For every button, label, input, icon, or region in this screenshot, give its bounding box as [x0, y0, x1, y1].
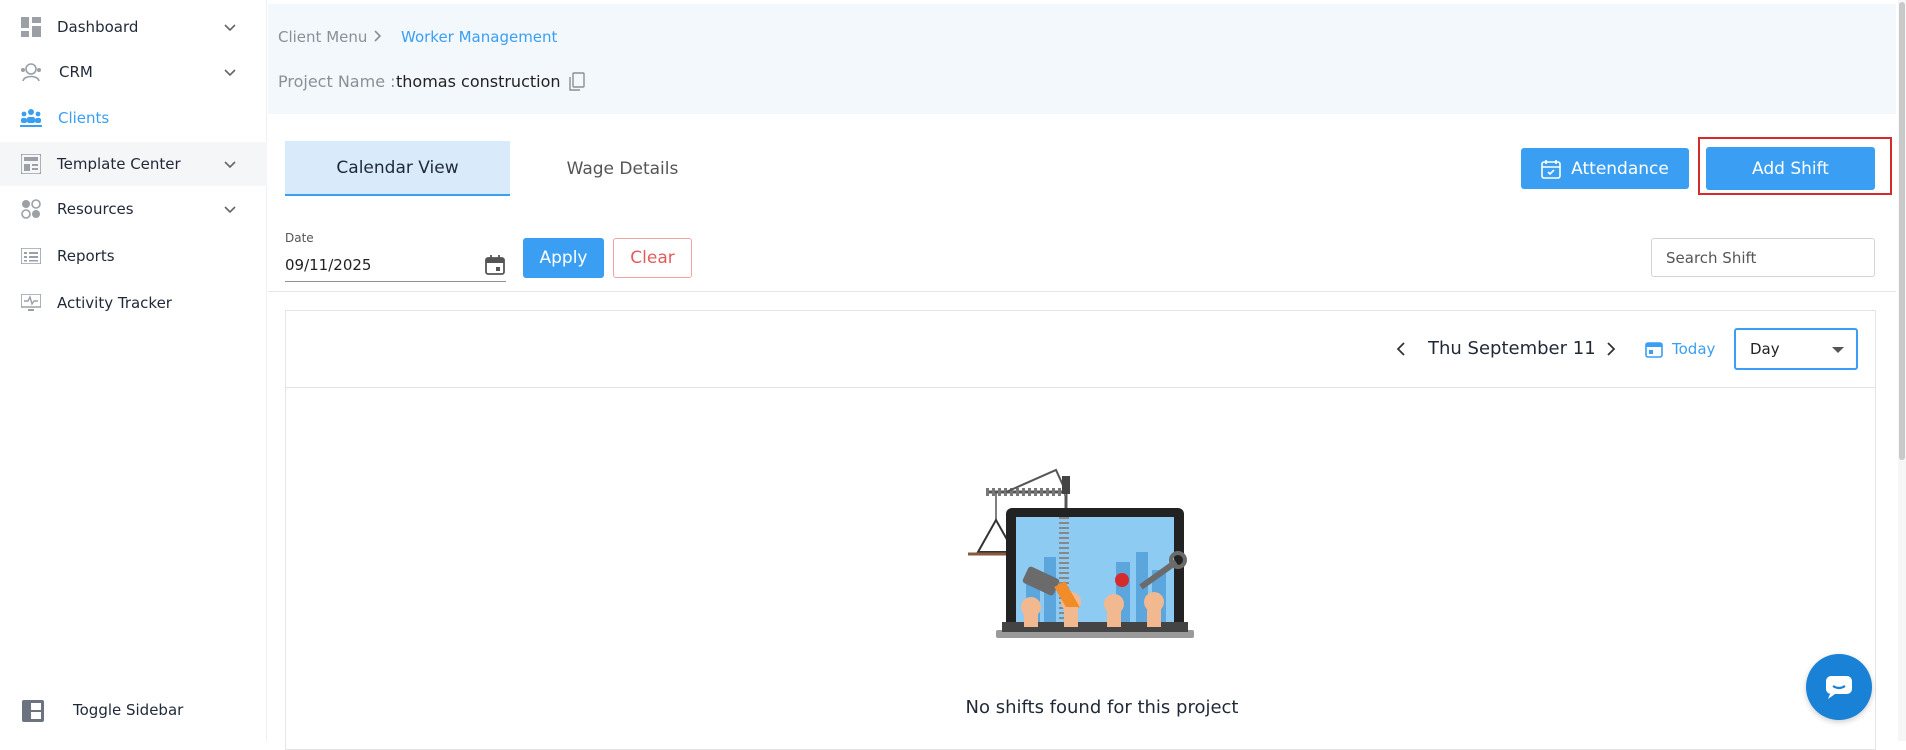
attendance-button[interactable]: Attendance — [1521, 148, 1689, 189]
apply-button[interactable]: Apply — [523, 238, 604, 278]
project-name-label: Project Name : — [278, 72, 396, 91]
empty-state-message: No shifts found for this project — [965, 697, 1239, 718]
header-band: Client Menu Worker Management Project Na… — [268, 4, 1896, 114]
clear-button[interactable]: Clear — [613, 238, 692, 278]
view-select-value: Day — [1750, 340, 1780, 358]
chat-icon — [1826, 676, 1852, 699]
toggle-sidebar-button[interactable]: Toggle Sidebar — [0, 691, 267, 731]
divider — [268, 291, 1896, 292]
sidebar-item-reports[interactable]: Reports — [0, 234, 267, 278]
resources-icon — [20, 198, 42, 220]
chevron-down-icon — [224, 69, 236, 77]
toggle-sidebar-icon — [22, 700, 44, 722]
dashboard-icon — [20, 16, 42, 38]
date-field[interactable]: 09/11/2025 — [285, 250, 506, 282]
date-label: Date — [285, 231, 314, 245]
sidebar: Dashboard CRM Clients Template Center Re… — [0, 0, 267, 741]
sidebar-item-label: Resources — [57, 200, 134, 218]
tab-wage-details[interactable]: Wage Details — [510, 141, 735, 196]
crm-icon — [20, 61, 42, 83]
activity-tracker-icon — [20, 292, 42, 314]
chevron-right-icon — [374, 30, 382, 42]
sidebar-item-dashboard[interactable]: Dashboard — [0, 5, 267, 49]
chevron-down-icon — [224, 206, 236, 214]
tab-calendar-view[interactable]: Calendar View — [285, 141, 510, 196]
sidebar-item-label: Activity Tracker — [57, 294, 172, 312]
breadcrumb-worker-management: Worker Management — [401, 28, 558, 46]
calendar-toolbar: Thu September 11 Today Day — [286, 311, 1875, 388]
caret-down-icon — [1832, 347, 1844, 353]
sidebar-item-clients[interactable]: Clients — [0, 96, 267, 140]
today-button[interactable]: Today — [1672, 340, 1715, 358]
empty-state-illustration — [968, 468, 1194, 638]
calendar-current-date: Thu September 11 — [1428, 338, 1596, 359]
sidebar-item-label: CRM — [59, 63, 93, 81]
date-value: 09/11/2025 — [285, 256, 372, 274]
sidebar-item-activity-tracker[interactable]: Activity Tracker — [0, 281, 267, 325]
project-name-value: thomas construction — [396, 72, 561, 91]
sidebar-item-label: Template Center — [57, 155, 181, 173]
calendar-icon[interactable] — [484, 254, 506, 276]
sidebar-item-label: Dashboard — [57, 18, 139, 36]
chevron-left-icon[interactable] — [1391, 339, 1411, 359]
chat-button[interactable] — [1806, 654, 1872, 720]
sidebar-item-label: Reports — [57, 247, 115, 265]
toggle-sidebar-label: Toggle Sidebar — [73, 701, 184, 719]
sidebar-item-resources[interactable]: Resources — [0, 187, 267, 231]
scrollbar-thumb[interactable] — [1899, 2, 1905, 460]
template-center-icon — [20, 153, 42, 175]
main-content: Client Menu Worker Management Project Na… — [268, 0, 1906, 750]
sidebar-item-label: Clients — [58, 109, 110, 127]
sidebar-item-crm[interactable]: CRM — [0, 50, 267, 94]
reports-icon — [20, 245, 42, 267]
add-shift-button[interactable]: Add Shift — [1706, 147, 1875, 190]
calendar-today-icon — [1645, 342, 1663, 358]
search-shift-input[interactable] — [1651, 238, 1875, 277]
breadcrumb-client-menu[interactable]: Client Menu — [278, 28, 367, 46]
sidebar-item-template-center[interactable]: Template Center — [0, 142, 267, 186]
attendance-label: Attendance — [1571, 158, 1669, 179]
chevron-down-icon — [224, 161, 236, 169]
view-select[interactable]: Day — [1734, 328, 1858, 370]
chevron-down-icon — [224, 24, 236, 32]
clients-icon — [20, 107, 42, 129]
copy-icon[interactable] — [568, 72, 586, 92]
chevron-right-icon[interactable] — [1601, 339, 1621, 359]
calendar-check-icon — [1541, 159, 1561, 179]
